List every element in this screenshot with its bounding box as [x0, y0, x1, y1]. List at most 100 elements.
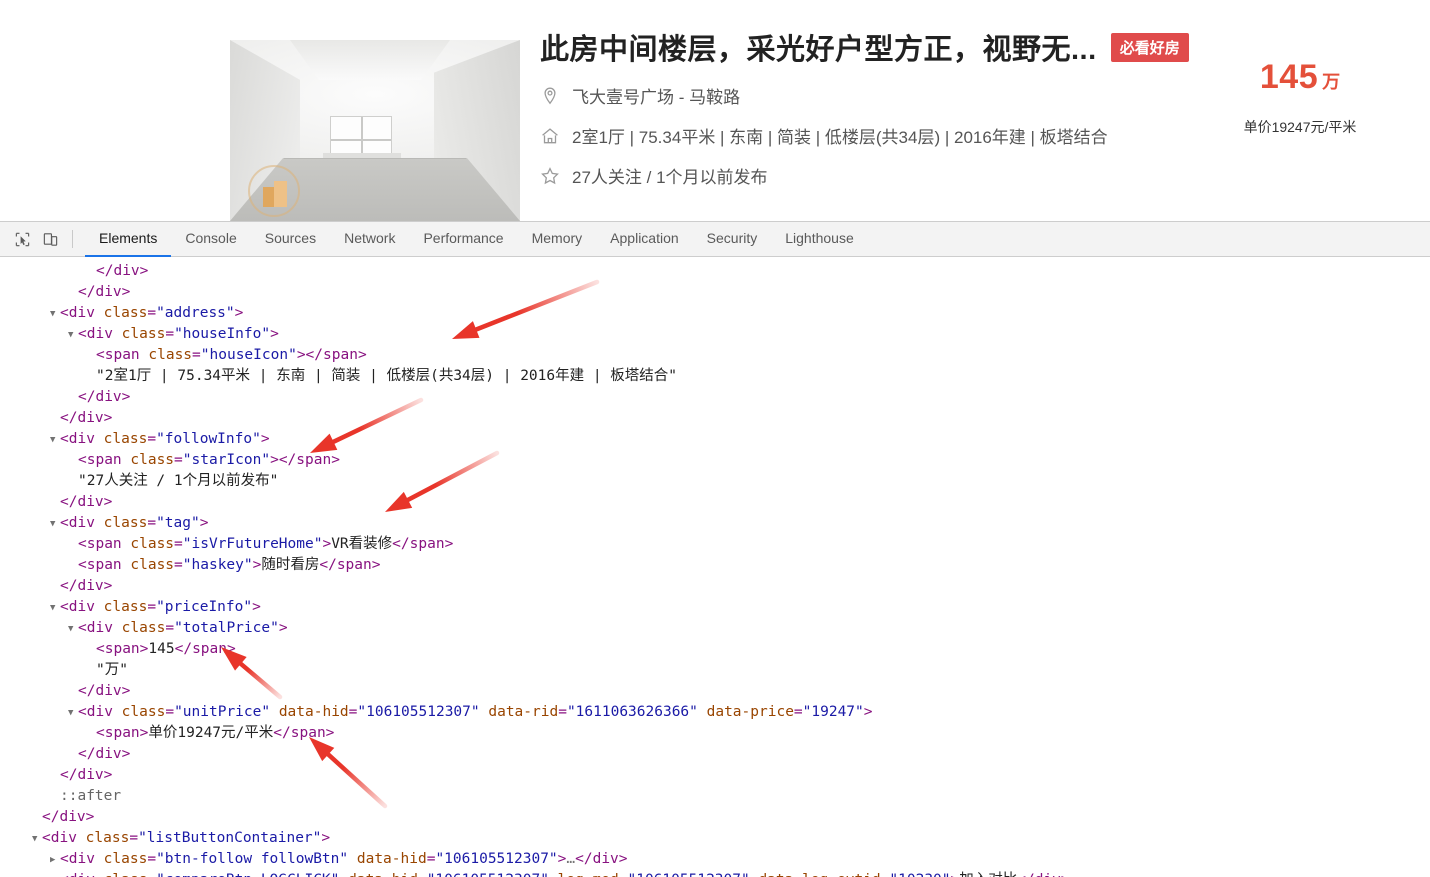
photo-window [330, 116, 392, 154]
dom-tree-line[interactable]: </div> [0, 492, 1430, 513]
listing-address[interactable]: 飞大壹号广场 - 马鞍路 [572, 83, 740, 108]
title-row: 此房中间楼层，采光好户型方正，视野无... 必看好房 [540, 26, 1189, 68]
dom-token-punc: > [260, 431, 270, 447]
twisty-expanded-icon[interactable]: ▼ [50, 514, 60, 535]
dom-token-txt: "2室1厅 | 75.34平米 | 东南 | 简装 | 低楼层(共34层) | … [96, 368, 678, 384]
price-block: 145 万 单价19247元/平米 [1170, 58, 1430, 137]
dom-token-punc: < [78, 704, 87, 720]
dom-tree-line[interactable]: </div> [0, 765, 1430, 786]
elements-dom-tree[interactable]: </div> </div> ▼ <div class="address"> ▼ <div … [0, 257, 1430, 877]
devtools-tab-sources[interactable]: Sources [251, 222, 330, 257]
dom-token-tag: span [104, 347, 140, 363]
dom-token-punc: </ [392, 536, 410, 552]
dom-token-pseudo: ::after [60, 788, 122, 804]
dom-tree-line[interactable]: ▼ <div class="totalPrice"> [0, 618, 1430, 639]
dom-token-punc: </div> [60, 767, 113, 783]
twisty-expanded-icon[interactable]: ▼ [68, 325, 78, 346]
twisty-collapsed-icon[interactable]: ▶ [50, 850, 60, 871]
dom-tree-line[interactable]: </div> [0, 282, 1430, 303]
dom-tree-line[interactable]: ▼ <div class="houseInfo"> [0, 324, 1430, 345]
listing-follow-info: 27人关注 / 1个月以前发布 [572, 168, 768, 187]
twisty-expanded-icon[interactable]: ▼ [50, 598, 60, 619]
dom-token-val: "19247" [802, 704, 864, 720]
dom-tree-line[interactable]: ▼ <div class="listButtonContainer"> [0, 828, 1430, 849]
dom-token-tag: span [336, 557, 372, 573]
devtools-tab-memory[interactable]: Memory [518, 222, 597, 257]
dom-tree-line[interactable]: "万" [0, 660, 1430, 681]
dom-tree-line[interactable]: </div> [0, 576, 1430, 597]
devtools-tab-network[interactable]: Network [330, 222, 409, 257]
dom-token-punc: > [252, 599, 261, 615]
twisty-expanded-icon[interactable]: ▼ [32, 829, 42, 850]
dom-tree-line[interactable]: <span class="isVrFutureHome">VR看装修</span… [0, 534, 1430, 555]
dom-token-punc: </div> [78, 683, 131, 699]
dom-tree-line[interactable]: <div class="compareBtn LOGCLICK" data-hi… [0, 870, 1430, 877]
dom-tree-line[interactable]: </div> [0, 387, 1430, 408]
devtools-tab-console[interactable]: Console [171, 222, 250, 257]
dom-tree-line[interactable]: ▶ <div class="btn-follow followBtn" data-… [0, 849, 1430, 870]
twisty-expanded-icon[interactable]: ▼ [50, 430, 60, 451]
dom-tree-line[interactable]: ▼ <div class="followInfo"> [0, 429, 1430, 450]
dom-token-punc: > [270, 326, 279, 342]
dom-token-txt: 加入对比 [959, 872, 1017, 877]
listing-house-info: 2室1厅 | 75.34平米 | 东南 | 简装 | 低楼层(共34层) | 2… [572, 128, 1108, 147]
dom-tree-line[interactable]: </div> [0, 744, 1430, 765]
dom-token-tag: div [50, 830, 77, 846]
dom-tree-line[interactable]: ::after [0, 786, 1430, 807]
dom-tree-line[interactable]: </div> [0, 807, 1430, 828]
devtools-tab-performance[interactable]: Performance [409, 222, 517, 257]
dom-token-punc: > [444, 536, 454, 552]
dom-token-val: "listButtonContainer" [138, 830, 322, 846]
dom-tree-line[interactable]: <span class="starIcon"></span> [0, 450, 1430, 471]
dom-token-tag: span [192, 641, 227, 657]
dom-token-punc: ></ [270, 452, 297, 468]
unit-price: 单价19247元/平米 [1243, 119, 1357, 135]
dom-token-punc: ></ [296, 347, 324, 363]
dom-tree-line[interactable]: ▼ <div class="priceInfo"> [0, 597, 1430, 618]
dom-tree-line[interactable]: ▼ <div class="unitPrice" data-hid="106105… [0, 702, 1430, 723]
dom-token-attr: class [94, 431, 148, 447]
devtools-toolbar: Elements Console Sources Network Performance… [0, 222, 1430, 257]
device-toolbar-icon[interactable] [36, 226, 64, 252]
house-info-row: 2室1厅 | 75.34平米 | 东南 | 简装 | 低楼层(共34层) | 2… [540, 123, 1180, 148]
dom-token-tag: span [86, 557, 122, 573]
dom-token-txt: 随时看房 [261, 557, 320, 573]
twisty-expanded-icon[interactable]: ▼ [50, 304, 60, 325]
dom-token-punc: </ [174, 641, 193, 657]
dom-tree-line[interactable]: ▼ <div class="address"> [0, 303, 1430, 324]
dom-token-attr: data-log-evtid [750, 872, 880, 877]
dom-tree-line[interactable]: </div> [0, 261, 1430, 282]
dom-tree-line[interactable]: "27人关注 / 1个月以前发布" [0, 471, 1430, 492]
listing-card[interactable]: 此房中间楼层，采光好户型方正，视野无... 必看好房 飞大壹号广场 - 马鞍路 [230, 0, 1430, 221]
dom-tree-line[interactable]: <span class="haskey">随时看房</span> [0, 555, 1430, 576]
dom-token-txt: 单价19247元/平米 [148, 725, 274, 741]
dom-token-punc: </div> [78, 389, 131, 405]
twisty-expanded-icon[interactable]: ▼ [68, 619, 78, 640]
devtools-tab-application[interactable]: Application [596, 222, 693, 257]
inspect-element-icon[interactable] [8, 226, 36, 252]
dom-token-punc: > [321, 830, 331, 846]
listing-photo[interactable] [230, 40, 520, 221]
dom-token-punc: </div> [60, 494, 113, 510]
room-photo-image [230, 40, 520, 221]
twisty-expanded-icon[interactable]: ▼ [68, 703, 78, 724]
dom-token-tag: div [68, 515, 95, 531]
dom-token-attr: class [94, 851, 148, 867]
dom-token-tag: div [68, 431, 95, 447]
dom-token-attr: class [121, 536, 175, 552]
listing-title[interactable]: 此房中间楼层，采光好户型方正，视野无... [540, 26, 1097, 68]
dom-tree-line[interactable]: </div> [0, 681, 1430, 702]
dom-token-txt: "27人关注 / 1个月以前发布" [78, 473, 279, 489]
dom-tree-line[interactable]: <span>单价19247元/平米</span> [0, 723, 1430, 744]
dom-tree-line[interactable]: ▼ <div class="tag"> [0, 513, 1430, 534]
dom-tree-line[interactable]: <span>145</span> [0, 639, 1430, 660]
devtools-tab-lighthouse[interactable]: Lighthouse [771, 222, 868, 257]
devtools-tab-security[interactable]: Security [693, 222, 772, 257]
dom-token-punc: = [147, 872, 156, 877]
dom-tree-line[interactable]: <span class="houseIcon"></span> [0, 345, 1430, 366]
dom-tree-line[interactable]: "2室1厅 | 75.34平米 | 东南 | 简装 | 低楼层(共34层) | … [0, 366, 1430, 387]
dom-tree-line[interactable]: </div> [0, 408, 1430, 429]
dom-token-txt: "万" [96, 662, 128, 678]
photo-watermark-icon [248, 165, 300, 217]
devtools-tab-elements[interactable]: Elements [85, 222, 172, 257]
